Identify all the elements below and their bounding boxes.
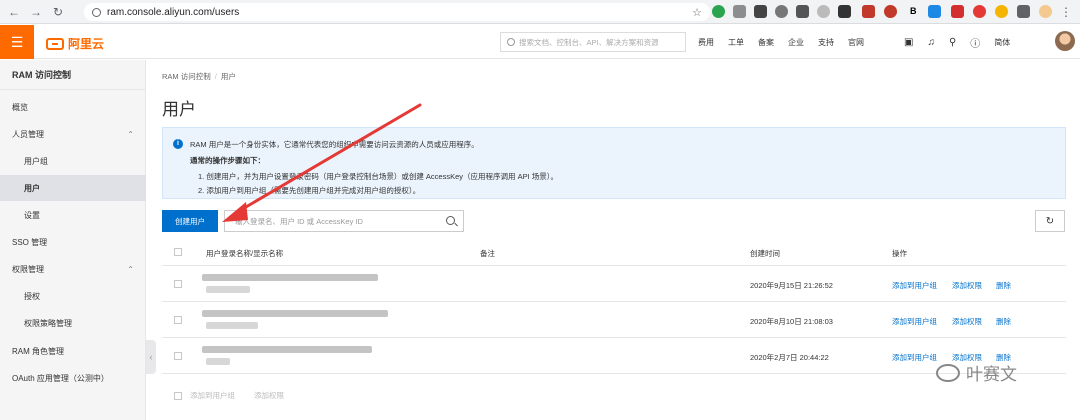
annotation-arrow — [222, 103, 422, 222]
arrow-shaft — [232, 103, 422, 216]
watermark: 叶赛文 — [936, 360, 1017, 385]
watermark-text: 叶赛文 — [966, 365, 1017, 384]
wechat-icon — [936, 363, 960, 382]
arrow-head — [222, 202, 248, 222]
